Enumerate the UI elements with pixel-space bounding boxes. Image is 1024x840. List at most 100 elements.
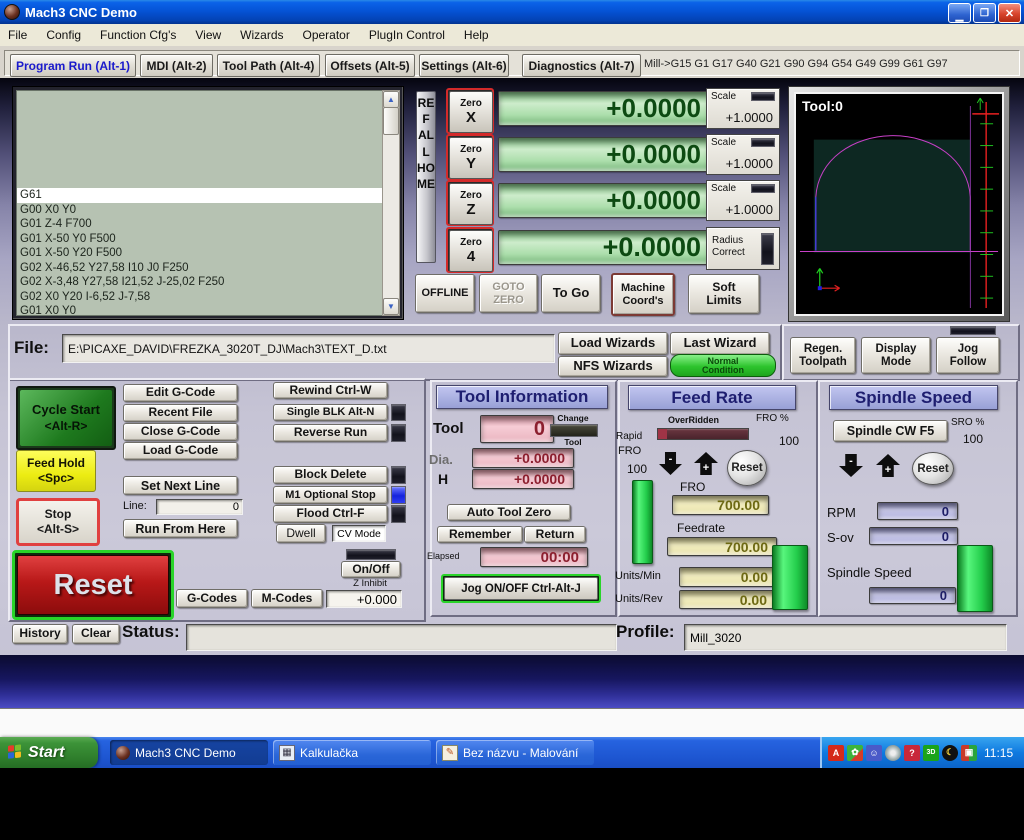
offline-button[interactable]: OFFLINE [415,274,475,313]
scroll-down-icon[interactable]: ▼ [383,298,399,315]
radius-correct-button[interactable]: Radius Correct [706,227,780,270]
tab-offsets[interactable]: Offsets (Alt-5) [325,54,415,77]
menu-item-operator[interactable]: Operator [303,28,350,42]
goto-zero-button[interactable]: GOTO ZERO [479,274,538,313]
axis4-dro[interactable]: +0.0000 [498,230,710,265]
tab-tool-path[interactable]: Tool Path (Alt-4) [217,54,320,77]
help-tray-icon[interactable]: ? [904,745,920,761]
clear-button[interactable]: Clear [72,624,120,644]
return-button[interactable]: Return [524,526,586,543]
close-gcode-button[interactable]: Close G-Code [123,423,238,441]
nfs-wizards-button[interactable]: NFS Wizards [558,356,668,377]
jog-follow-button[interactable]: Jog Follow [936,337,1000,374]
task-paint[interactable]: ✎ Bez názvu - Malování [436,740,594,765]
history-button[interactable]: History [12,624,68,644]
x-axis-dro[interactable]: +0.0000 [498,91,710,126]
zero-y-button[interactable]: ZeroY [446,134,494,180]
flood-button[interactable]: Flood Ctrl-F [273,505,388,523]
soft-limits-button[interactable]: Soft Limits [688,274,760,314]
machine-coords-button[interactable]: Machine Coord's [611,273,675,316]
tab-diagnostics[interactable]: Diagnostics (Alt-7) [522,54,641,77]
m1-optional-stop-button[interactable]: M1 Optional Stop [273,486,388,504]
gcode-line[interactable]: G01 X-50 Y20 F500 [20,246,382,261]
stop-button[interactable]: Stop<Alt-S> [16,498,100,546]
set-next-line-button[interactable]: Set Next Line [123,476,238,495]
menu-item-file[interactable]: File [8,28,27,42]
gcode-line[interactable]: G01 X0 Y0 [20,304,382,316]
menu-item-config[interactable]: Config [46,28,81,42]
spindle-reset-button[interactable]: Reset [912,452,954,485]
xara3d-tray-icon[interactable]: 3D [923,745,939,761]
spindle-slider[interactable] [957,545,993,612]
gcode-scrollbar[interactable]: ▲ ▼ [382,90,400,316]
ref-all-home-button[interactable]: REF ALL HOME [416,91,436,263]
pdf-tray-icon[interactable]: A [828,745,844,761]
line-number-field[interactable]: 0 [156,499,243,515]
task-mach3[interactable]: Mach3 CNC Demo [110,740,268,765]
feed-hold-button[interactable]: Feed Hold<Spc> [16,450,96,492]
tool-number-dro[interactable]: 0 [480,415,554,443]
gcode-line[interactable]: G02 X0 Y20 I-6,52 J-7,58 [20,290,382,305]
gcode-line-selected[interactable]: G61 [17,188,382,203]
menu-item-help[interactable]: Help [464,28,489,42]
gcodes-button[interactable]: G-Codes [176,589,248,608]
regen-toolpath-button[interactable]: Regen. Toolpath [790,337,856,374]
spindle-raise-button[interactable]: + [876,454,900,477]
toolpath-canvas[interactable]: Tool:0 [794,92,1004,316]
minimize-icon[interactable]: ▁ [948,3,971,23]
menu-item-plugin-control[interactable]: PlugIn Control [369,28,445,42]
single-blk-button[interactable]: Single BLK Alt-N [273,404,388,421]
dia-dro[interactable]: +0.0000 [472,448,574,468]
gcode-line[interactable]: G01 X-50 Y0 F500 [20,232,382,247]
taskbar-clock[interactable]: 11:15 [984,746,1013,760]
tab-mdi[interactable]: MDI (Alt-2) [140,54,213,77]
zero-z-button[interactable]: ZeroZ [446,180,494,226]
antivirus-tray-icon[interactable]: ✿ [847,745,863,761]
block-delete-button[interactable]: Block Delete [273,466,388,484]
gcode-line[interactable]: G00 X0 Y0 [20,203,382,218]
menu-item-wizards[interactable]: Wizards [240,28,283,42]
rewind-button[interactable]: Rewind Ctrl-W [273,382,388,399]
load-wizards-button[interactable]: Load Wizards [558,332,668,355]
spindle-cw-button[interactable]: Spindle CW F5 [833,420,948,442]
spindle-lower-button[interactable]: - [839,454,863,477]
start-button[interactable]: Start [0,737,98,768]
gcode-list[interactable]: G61 G00 X0 Y0 G01 Z-4 F700 G01 X-50 Y0 F… [16,90,383,316]
gcode-line[interactable]: G01 Z-4 F700 [20,217,382,232]
messenger-tray-icon[interactable]: ☺ [866,745,882,761]
to-go-button[interactable]: To Go [541,274,601,313]
run-from-here-button[interactable]: Run From Here [123,519,238,538]
menu-item-function-cfgs[interactable]: Function Cfg's [100,28,176,42]
scroll-thumb[interactable] [383,107,399,135]
x-scale-value[interactable]: +1.0000 [726,110,773,125]
z-inhibit-onoff-button[interactable]: On/Off [341,561,401,578]
load-gcode-button[interactable]: Load G-Code [123,442,238,460]
fro-dro[interactable]: 700.00 [672,495,769,515]
feed-raise-button[interactable]: + [694,452,718,475]
spindle-speed-dro[interactable]: 0 [869,587,956,604]
gcode-line[interactable]: G02 X-46,52 Y27,58 I10 J0 F250 [20,261,382,276]
cycle-start-button[interactable]: Cycle Start<Alt-R> [16,386,116,450]
z-scale-value[interactable]: +1.0000 [726,202,773,217]
last-wizard-button[interactable]: Last Wizard [670,332,770,355]
y-scale-box[interactable]: Scale +1.0000 [706,134,780,175]
y-scale-value[interactable]: +1.0000 [726,156,773,171]
z-inhibit-value[interactable]: +0.000 [326,590,402,608]
task-calculator[interactable]: ▦ Kalkulačka [273,740,431,765]
reset-button[interactable]: Reset [12,550,174,620]
zero-4-button[interactable]: Zero4 [446,227,494,273]
h-dro[interactable]: +0.0000 [472,469,574,489]
z-scale-box[interactable]: Scale +1.0000 [706,180,780,221]
feed-reset-button[interactable]: Reset [727,450,767,486]
dwell-button[interactable]: Dwell [276,524,326,543]
auto-tool-zero-button[interactable]: Auto Tool Zero [447,504,571,521]
tab-settings[interactable]: Settings (Alt-6) [419,54,509,77]
feed-lower-button[interactable]: - [659,452,682,475]
x-scale-box[interactable]: Scale +1.0000 [706,88,780,129]
menu-item-view[interactable]: View [195,28,221,42]
fro-slider[interactable] [632,480,653,564]
cd-burner-tray-icon[interactable] [885,745,901,761]
zero-x-button[interactable]: ZeroX [446,88,494,134]
y-axis-dro[interactable]: +0.0000 [498,137,710,172]
remember-button[interactable]: Remember [437,526,523,543]
